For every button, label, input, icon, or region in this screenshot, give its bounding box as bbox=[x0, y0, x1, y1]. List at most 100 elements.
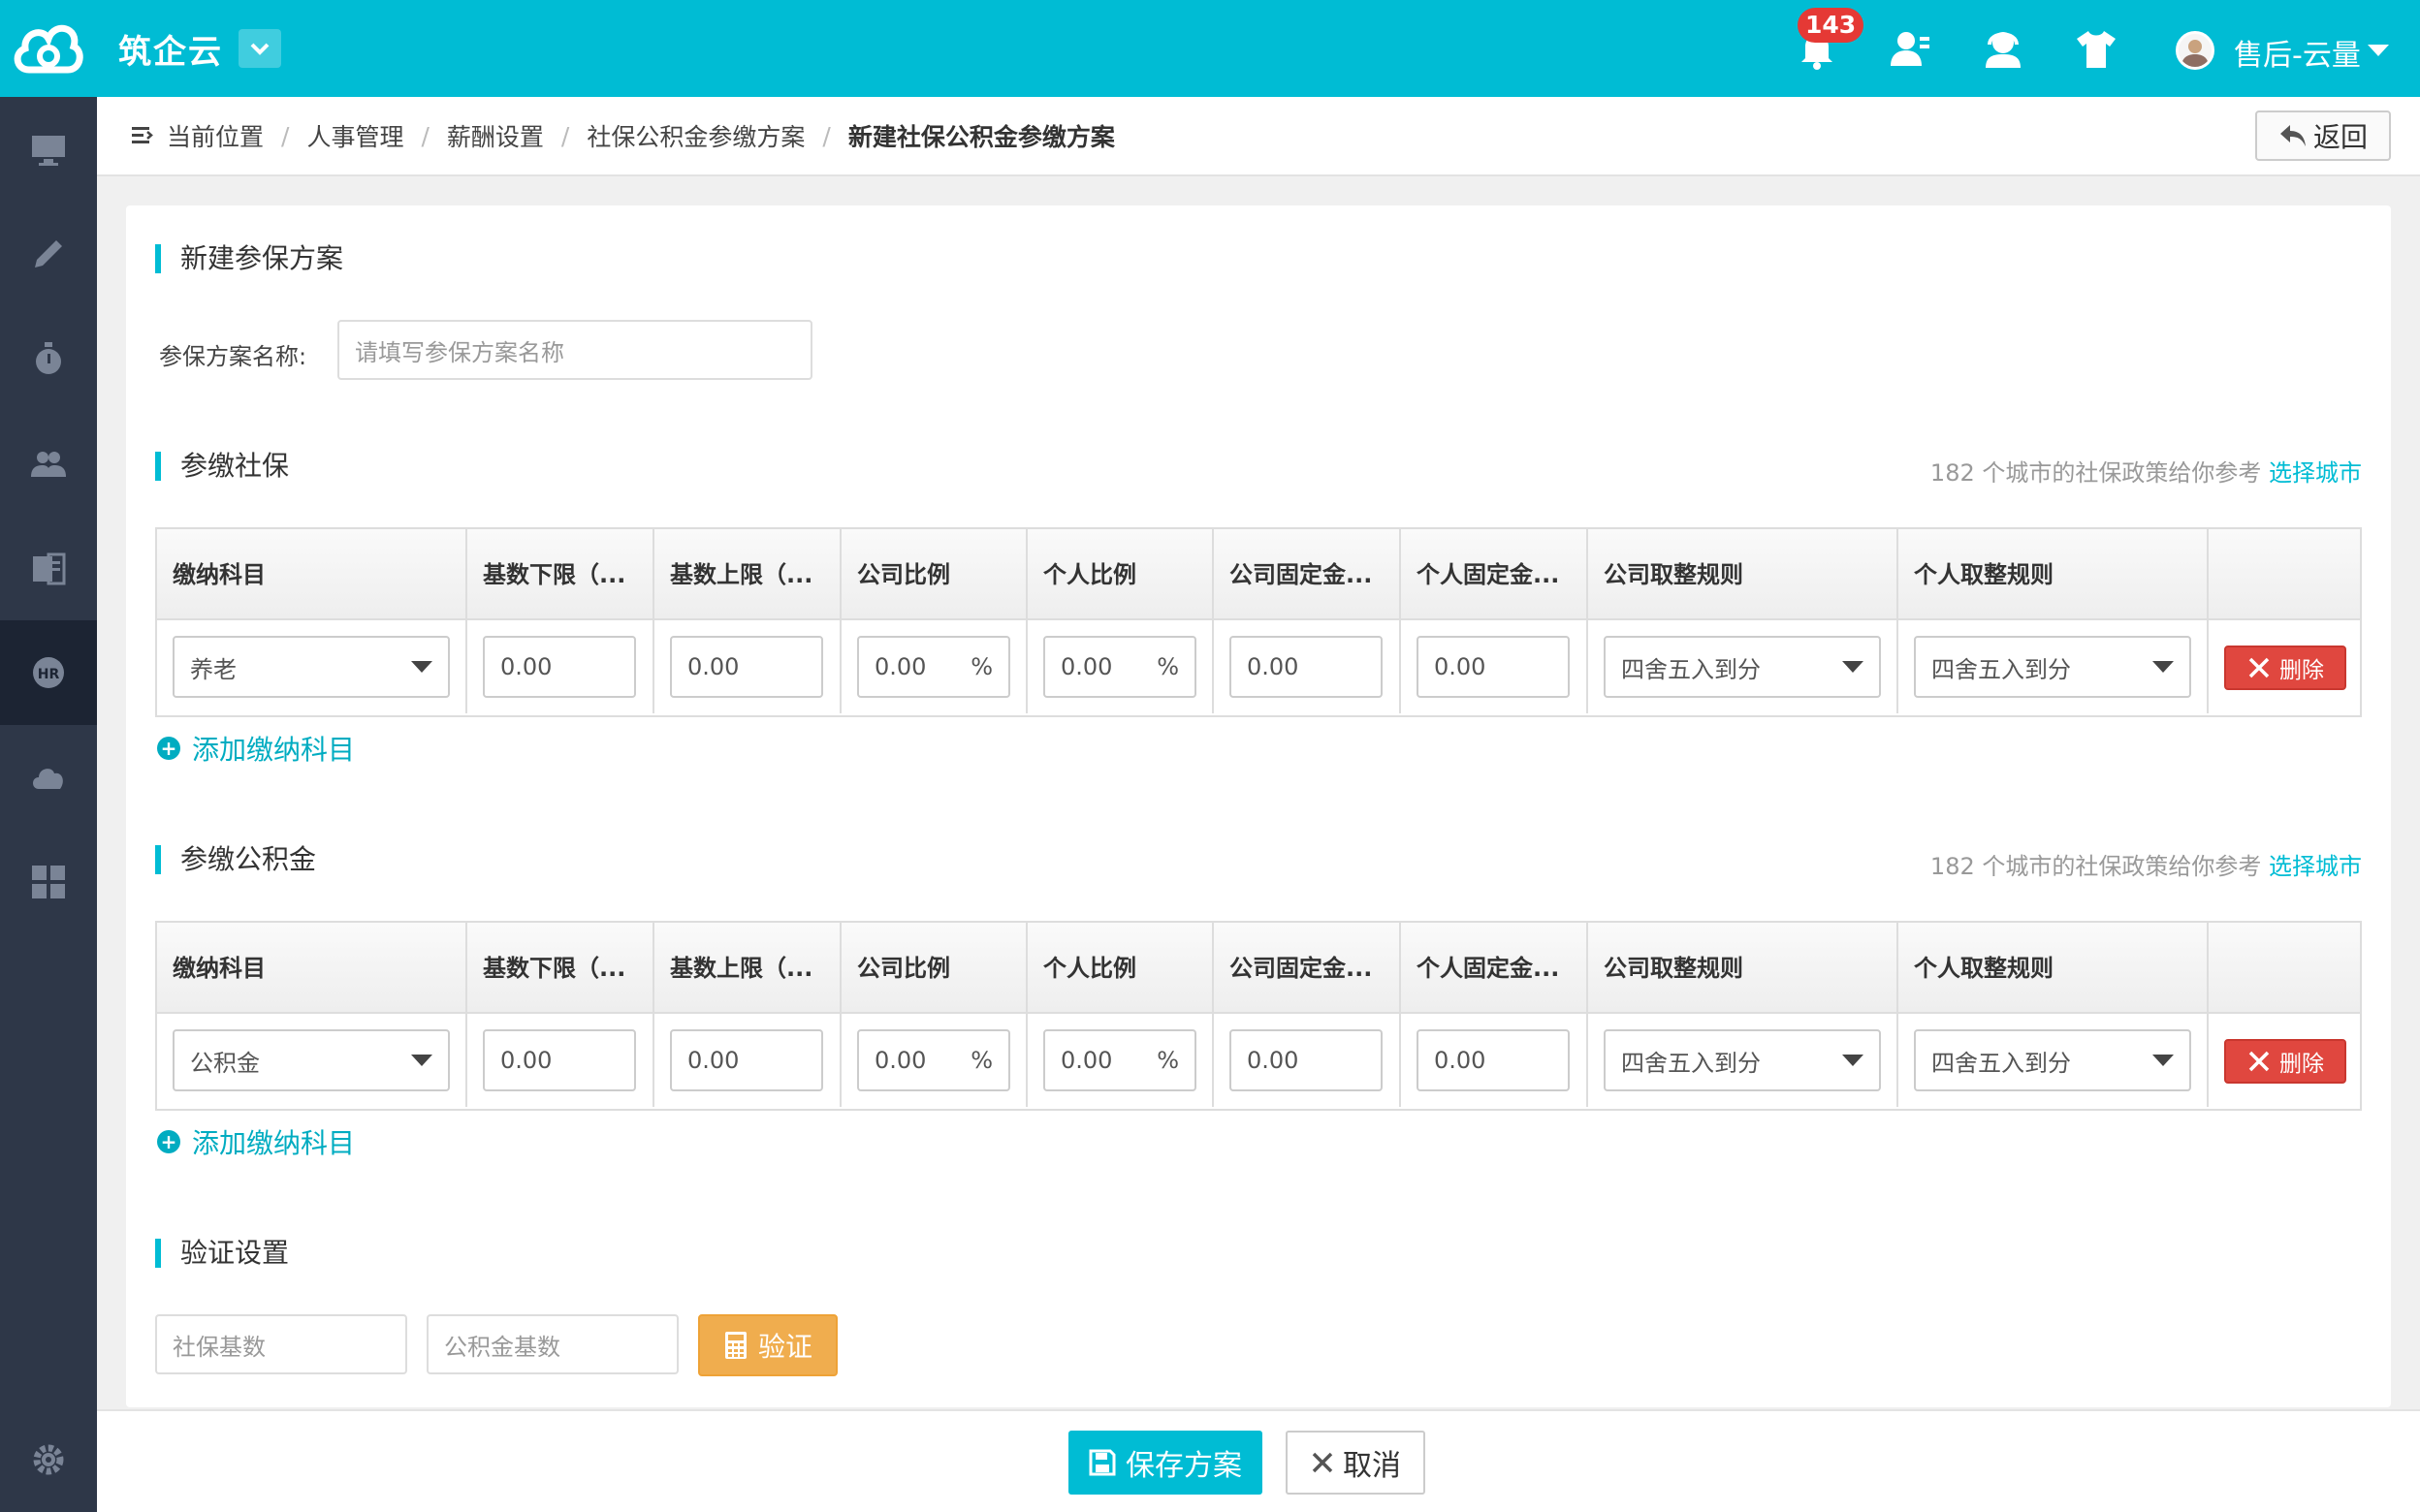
support-icon[interactable] bbox=[1980, 25, 2026, 72]
delete-button[interactable]: 删除 bbox=[2224, 646, 2346, 690]
cell-base-max: 0.00 bbox=[654, 620, 842, 713]
item-value: 公积金 bbox=[190, 1049, 260, 1077]
personal-round-select[interactable]: 四舍五入到分 bbox=[1914, 636, 2191, 698]
social-hint: 182 个城市的社保政策给你参考 选择城市 bbox=[1930, 454, 2362, 488]
fund-base-input[interactable]: 公积金基数 bbox=[427, 1314, 679, 1374]
company-fixed-input[interactable]: 0.00 bbox=[1229, 1029, 1383, 1091]
cell-personal-round: 四舍五入到分 bbox=[1898, 620, 2209, 713]
user-name[interactable]: 售后-云量 bbox=[2234, 31, 2361, 74]
item-select[interactable]: 养老 bbox=[173, 636, 450, 698]
breadcrumb-prefix: 当前位置 bbox=[167, 123, 265, 151]
item-select[interactable]: 公积金 bbox=[173, 1029, 450, 1091]
sidebar-item-settings[interactable] bbox=[0, 1407, 97, 1512]
close-icon bbox=[2248, 1051, 2270, 1072]
caret-down-icon bbox=[411, 1055, 432, 1066]
th-base-min: 基数下限（... bbox=[467, 923, 654, 1014]
caret-down-icon bbox=[2152, 1055, 2174, 1066]
cell-base-min: 0.00 bbox=[467, 1014, 654, 1107]
sidebar-item-timer[interactable] bbox=[0, 306, 97, 411]
breadcrumb-salary[interactable]: 薪酬设置 bbox=[447, 118, 544, 153]
base-max-input[interactable]: 0.00 bbox=[670, 636, 823, 698]
cell-company-rate: 0.00% bbox=[842, 620, 1028, 713]
user-menu-caret-icon[interactable] bbox=[2368, 45, 2389, 56]
social-table: 缴纳科目 基数下限（... 基数上限（... 公司比例 个人比例 公司固定金..… bbox=[155, 527, 2362, 717]
contact-card-icon[interactable] bbox=[1887, 25, 1933, 72]
breadcrumb-hr[interactable]: 人事管理 bbox=[306, 118, 403, 153]
form-card: 新建参保方案 参保方案名称: 请填写参保方案名称 参缴社保 182 个城市的社保… bbox=[126, 205, 2391, 1407]
th-company-round: 公司取整规则 bbox=[1588, 529, 1898, 620]
sidebar-item-cloud[interactable] bbox=[0, 725, 97, 830]
avatar[interactable] bbox=[2176, 31, 2214, 70]
company-rate-value: 0.00 bbox=[875, 653, 927, 680]
breadcrumb: 当前位置 / 人事管理 / 薪酬设置 / 社保公积金参缴方案 / 新建社保公积金… bbox=[130, 118, 1115, 153]
cloud-logo-icon[interactable] bbox=[10, 14, 85, 81]
personal-round-value: 四舍五入到分 bbox=[1931, 655, 2071, 683]
sidebar-item-forms[interactable] bbox=[0, 516, 97, 620]
sidebar-item-apps[interactable] bbox=[0, 830, 97, 934]
delete-button[interactable]: 删除 bbox=[2224, 1039, 2346, 1084]
app-name: 筑企云 bbox=[118, 33, 223, 72]
th-personal-round: 个人取整规则 bbox=[1898, 923, 2209, 1014]
base-max-input[interactable]: 0.00 bbox=[670, 1029, 823, 1091]
app-switch-button[interactable] bbox=[239, 29, 281, 68]
fund-add-item-link[interactable]: + 添加缴纳科目 bbox=[157, 1122, 355, 1161]
ok-form-icon bbox=[33, 552, 66, 585]
company-round-value: 四舍五入到分 bbox=[1621, 1049, 1761, 1077]
table-row: 养老 bbox=[157, 620, 467, 713]
base-min-input[interactable]: 0.00 bbox=[483, 636, 636, 698]
breadcrumb-current: 新建社保公积金参缴方案 bbox=[847, 123, 1115, 151]
verify-button[interactable]: 验证 bbox=[698, 1314, 838, 1376]
save-label: 保存方案 bbox=[1126, 1449, 1242, 1483]
social-base-input[interactable]: 社保基数 bbox=[155, 1314, 407, 1374]
notification-badge: 143 bbox=[1798, 8, 1864, 43]
reply-arrow-icon bbox=[2279, 125, 2306, 146]
company-fixed-input[interactable]: 0.00 bbox=[1229, 636, 1383, 698]
cell-base-max: 0.00 bbox=[654, 1014, 842, 1107]
fund-select-city-link[interactable]: 选择城市 bbox=[2269, 853, 2362, 880]
personal-rate-input[interactable]: 0.00% bbox=[1043, 1029, 1196, 1091]
sidebar-item-people[interactable] bbox=[0, 411, 97, 516]
people-icon bbox=[31, 452, 66, 477]
th-actions bbox=[2209, 529, 2360, 620]
base-min-input[interactable]: 0.00 bbox=[483, 1029, 636, 1091]
plan-name-input[interactable]: 请填写参保方案名称 bbox=[337, 320, 812, 380]
social-select-city-link[interactable]: 选择城市 bbox=[2269, 459, 2362, 487]
cell-company-fixed: 0.00 bbox=[1214, 1014, 1401, 1107]
sidebar-item-dashboard[interactable] bbox=[0, 97, 97, 202]
cell-personal-round: 四舍五入到分 bbox=[1898, 1014, 2209, 1107]
personal-fixed-input[interactable]: 0.00 bbox=[1417, 1029, 1570, 1091]
social-add-label: 添加缴纳科目 bbox=[192, 734, 356, 766]
percent-sign: % bbox=[971, 1047, 993, 1074]
personal-fixed-input[interactable]: 0.00 bbox=[1417, 636, 1570, 698]
th-company-fixed: 公司固定金... bbox=[1214, 923, 1401, 1014]
company-round-select[interactable]: 四舍五入到分 bbox=[1604, 1029, 1881, 1091]
breadcrumb-plans[interactable]: 社保公积金参缴方案 bbox=[587, 118, 805, 153]
th-company-round: 公司取整规则 bbox=[1588, 923, 1898, 1014]
personal-round-select[interactable]: 四舍五入到分 bbox=[1914, 1029, 2191, 1091]
company-rate-input[interactable]: 0.00% bbox=[857, 1029, 1010, 1091]
fund-table: 缴纳科目 基数下限（... 基数上限（... 公司比例 个人比例 公司固定金..… bbox=[155, 921, 2362, 1111]
social-add-item-link[interactable]: + 添加缴纳科目 bbox=[157, 729, 355, 768]
cell-personal-rate: 0.00% bbox=[1028, 1014, 1214, 1107]
save-plan-button[interactable]: 保存方案 bbox=[1068, 1431, 1262, 1495]
personal-rate-input[interactable]: 0.00% bbox=[1043, 636, 1196, 698]
sidebar-item-edit[interactable] bbox=[0, 202, 97, 306]
delete-label: 删除 bbox=[2279, 658, 2324, 683]
caret-down-icon bbox=[1842, 661, 1863, 673]
close-icon bbox=[2248, 657, 2270, 678]
fund-add-label: 添加缴纳科目 bbox=[192, 1127, 356, 1159]
company-rate-input[interactable]: 0.00% bbox=[857, 636, 1010, 698]
back-button[interactable]: 返回 bbox=[2255, 110, 2391, 161]
timer-icon bbox=[36, 342, 61, 374]
monitor-icon bbox=[32, 136, 65, 166]
item-value: 养老 bbox=[190, 655, 237, 683]
tshirt-icon[interactable] bbox=[2073, 25, 2119, 72]
company-round-select[interactable]: 四舍五入到分 bbox=[1604, 636, 1881, 698]
cancel-button[interactable]: 取消 bbox=[1286, 1431, 1425, 1495]
plan-name-label: 参保方案名称: bbox=[159, 343, 307, 370]
cell-company-round: 四舍五入到分 bbox=[1588, 620, 1898, 713]
floppy-disk-icon bbox=[1089, 1449, 1116, 1476]
percent-sign: % bbox=[971, 653, 993, 680]
calculator-icon bbox=[724, 1332, 747, 1359]
sidebar-item-hr[interactable]: HR bbox=[0, 620, 97, 725]
